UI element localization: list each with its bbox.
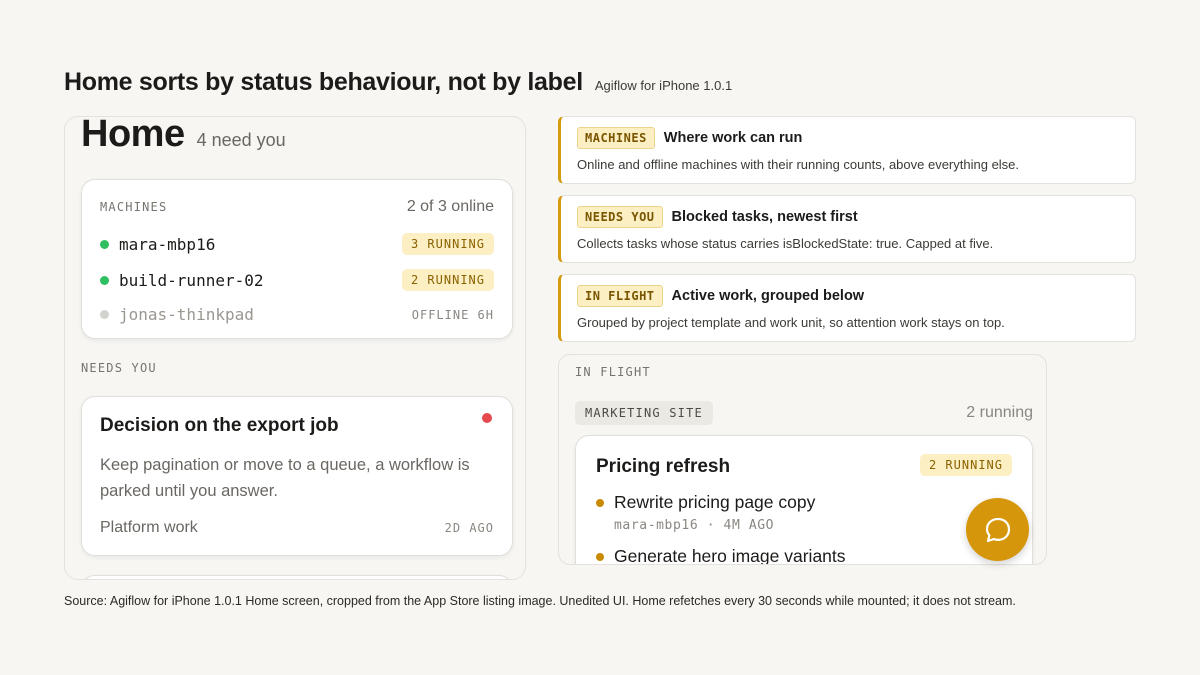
annotation-heading: Blocked tasks, newest first (671, 209, 858, 225)
running-badge: 2 RUNNING (919, 454, 1012, 476)
running-bullet (596, 498, 604, 507)
task-age: 2D AGO (444, 521, 494, 535)
offline-duration: OFFLINE 6H (411, 307, 494, 322)
chat-bubble-icon (985, 517, 1010, 542)
machine-row[interactable]: jonas-thinkpad OFFLINE 6H (100, 305, 494, 324)
project-running-count: 2 running (966, 404, 1033, 421)
running-badge: 3 RUNNING (401, 233, 494, 255)
running-bullet (596, 552, 604, 561)
blocked-task-card[interactable]: Decision on the export job Keep paginati… (81, 396, 513, 556)
figure-heading: Home sorts by status behaviour, not by l… (64, 68, 732, 97)
next-card-peek[interactable] (81, 575, 513, 579)
machines-card[interactable]: MACHINES 2 of 3 online mara-mbp16 3 RUNN… (81, 179, 513, 339)
machines-online-count: 2 of 3 online (406, 198, 494, 215)
task-description: Keep pagination or move to a queue, a wo… (100, 456, 470, 500)
task-item[interactable]: Generate hero image variants (596, 546, 846, 565)
machine-name: build-runner-02 (119, 270, 264, 290)
needs-you-section-label: NEEDS YOU (81, 361, 157, 375)
page-title: Home (81, 116, 185, 155)
task-title: Generate hero image variants (614, 546, 846, 565)
machines-card-header: MACHINES 2 of 3 online (100, 198, 494, 216)
task-meta: mara-mbp16 · 4M AGO (614, 518, 775, 533)
home-screen-crop: Home 4 need you MACHINES 2 of 3 online m… (64, 116, 526, 580)
in-flight-section-label: IN FLIGHT (575, 365, 651, 379)
annotation-description: Collects tasks whose status carries isBl… (577, 236, 994, 251)
annotation-description: Online and offline machines with their r… (577, 157, 1020, 172)
machine-name: mara-mbp16 (119, 234, 216, 254)
work-unit-title: Pricing refresh (596, 456, 731, 477)
annotation-description: Grouped by project template and work uni… (577, 315, 1005, 330)
task-title: Rewrite pricing page copy (614, 492, 816, 512)
online-status-dot (100, 275, 109, 285)
task-project: Platform work (100, 519, 198, 536)
figure-title: Home sorts by status behaviour, not by l… (64, 68, 583, 96)
project-chip: MARKETING SITE (575, 401, 713, 425)
project-group-header[interactable]: MARKETING SITE 2 running (575, 401, 1033, 425)
need-you-count: 4 need you (196, 130, 286, 150)
annotation-heading: Where work can run (663, 130, 803, 146)
annotation-tag: NEEDS YOU (577, 206, 663, 228)
work-unit-card[interactable]: Pricing refresh 2 RUNNING Rewrite pricin… (575, 435, 1033, 565)
annotation-needs-you: NEEDS YOU Blocked tasks, newest first Co… (558, 195, 1136, 263)
machines-section-label: MACHINES (100, 200, 168, 214)
online-status-dot (100, 239, 109, 249)
offline-status-dot (100, 310, 109, 319)
task-item[interactable]: Rewrite pricing page copy (596, 492, 815, 513)
machine-row[interactable]: mara-mbp16 3 RUNNING (100, 233, 494, 255)
machine-row[interactable]: build-runner-02 2 RUNNING (100, 269, 494, 291)
annotation-machines: MACHINES Where work can run Online and o… (558, 116, 1136, 184)
annotation-heading: Active work, grouped below (671, 288, 865, 304)
chat-fab-button[interactable] (966, 498, 1029, 561)
home-header: Home 4 need you (81, 116, 286, 156)
running-badge: 2 RUNNING (401, 269, 494, 291)
annotation-tag: IN FLIGHT (577, 285, 663, 307)
task-title: Decision on the export job (100, 415, 339, 436)
source-caption: Source: Agiflow for iPhone 1.0.1 Home sc… (64, 594, 1016, 608)
annotation-tag: MACHINES (577, 127, 655, 149)
annotation-in-flight: IN FLIGHT Active work, grouped below Gro… (558, 274, 1136, 342)
machine-name: jonas-thinkpad (119, 305, 254, 324)
figure-subtitle: Agiflow for iPhone 1.0.1 (594, 78, 733, 93)
blocked-indicator-dot (482, 413, 492, 423)
